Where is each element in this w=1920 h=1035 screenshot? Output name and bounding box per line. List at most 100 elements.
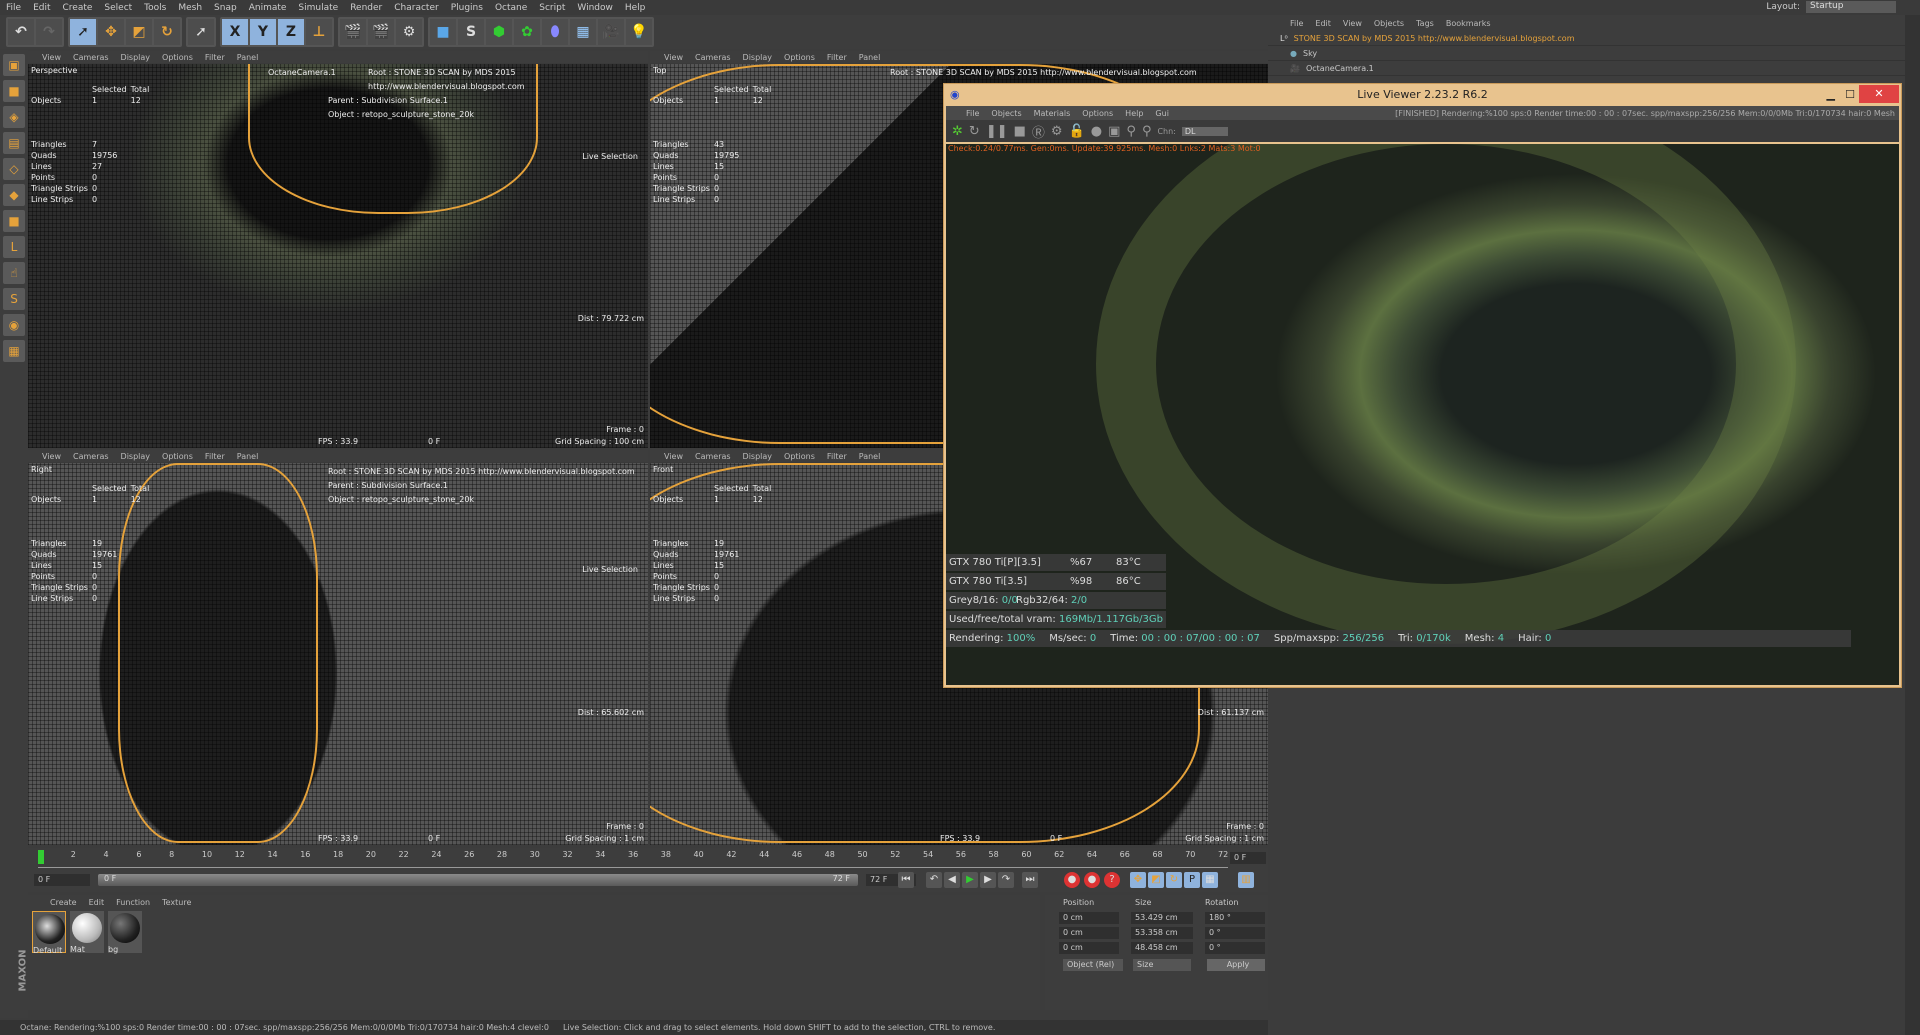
record-parameter-icon[interactable]: P	[1184, 872, 1200, 888]
undo-icon[interactable]: ↶	[8, 19, 34, 45]
viewport-menu-view[interactable]: View	[664, 53, 683, 62]
rotate-tool-icon[interactable]: ↻	[154, 19, 180, 45]
lock-icon[interactable]: 🔓	[1069, 124, 1085, 139]
viewport-menu-options[interactable]: Options	[162, 53, 193, 62]
material-bg[interactable]: bg	[108, 911, 142, 954]
material-preview-icon[interactable]: ●	[1091, 124, 1102, 139]
object-row-root[interactable]: L⁰ STONE 3D SCAN by MDS 2015 http://www.b…	[1268, 31, 1905, 46]
floor-icon[interactable]: ▦	[570, 19, 596, 45]
layout-dropdown[interactable]: Startup	[1806, 1, 1896, 13]
viewport-menu-panel[interactable]: Panel	[237, 452, 259, 461]
solo-icon[interactable]: ◉	[3, 314, 25, 336]
menu-help[interactable]: Help	[625, 3, 646, 13]
viewport-menu-cameras[interactable]: Cameras	[695, 53, 731, 62]
apply-button[interactable]: Apply	[1207, 959, 1265, 971]
make-editable-icon[interactable]: ▣	[3, 54, 25, 76]
viewport-menu-view[interactable]: View	[42, 53, 61, 62]
coordinate-system-icon[interactable]: ⊥	[306, 19, 332, 45]
cube-icon[interactable]: ■	[430, 19, 456, 45]
viewport-menu-filter[interactable]: Filter	[827, 452, 847, 461]
start-frame-field[interactable]: 0 F	[34, 874, 90, 886]
pick-material-icon[interactable]: ⚲	[1142, 124, 1152, 139]
playhead[interactable]	[38, 850, 44, 864]
rotation-h-field[interactable]: 180 °	[1205, 912, 1265, 924]
y-axis-lock-icon[interactable]: Y	[250, 19, 276, 45]
menu-tags[interactable]: Tags	[1416, 19, 1434, 28]
go-to-start-icon[interactable]: ⏮	[898, 872, 914, 888]
render-image[interactable]: Check:0.24/0.77ms. Gen:0ms. Update:39.92…	[946, 144, 1899, 685]
pause-icon[interactable]: ❚❚	[986, 124, 1008, 139]
menu-create[interactable]: Create	[50, 898, 77, 907]
record-point-level-icon[interactable]: ▦	[1202, 872, 1218, 888]
menu-help[interactable]: Help	[1125, 109, 1143, 118]
maximize-button[interactable]: ☐	[1845, 84, 1855, 106]
rotation-b-field[interactable]: 0 °	[1205, 942, 1265, 954]
viewport-menu-display[interactable]: Display	[121, 452, 151, 461]
menu-edit[interactable]: Edit	[33, 3, 50, 13]
autokey-icon[interactable]: ●	[1084, 872, 1100, 888]
clay-icon[interactable]: ▣	[1108, 124, 1120, 139]
axis-mode-icon[interactable]: L	[3, 236, 25, 258]
z-axis-lock-icon[interactable]: Z	[278, 19, 304, 45]
channel-dropdown[interactable]: DL	[1181, 126, 1228, 136]
x-axis-lock-icon[interactable]: X	[222, 19, 248, 45]
deformer-icon[interactable]: ⬮	[542, 19, 568, 45]
edges-mode-icon[interactable]: ◆	[3, 184, 25, 206]
next-key-icon[interactable]: ↷	[998, 872, 1014, 888]
previous-frame-icon[interactable]: ◀	[944, 872, 960, 888]
viewport-menu-filter[interactable]: Filter	[205, 53, 225, 62]
next-frame-icon[interactable]: ▶	[980, 872, 996, 888]
menu-function[interactable]: Function	[116, 898, 150, 907]
viewport-menu-options[interactable]: Options	[784, 452, 815, 461]
menu-render[interactable]: Render	[350, 3, 382, 13]
menu-materials[interactable]: Materials	[1034, 109, 1071, 118]
menu-file[interactable]: File	[966, 109, 979, 118]
menu-window[interactable]: Window	[577, 3, 613, 13]
stop-icon[interactable]: ■	[1014, 124, 1026, 139]
coordinate-mode-dropdown[interactable]: Object (Rel)	[1063, 959, 1123, 971]
settings-icon[interactable]: ⚙	[1051, 124, 1063, 139]
size-mode-dropdown[interactable]: Size	[1133, 959, 1191, 971]
menu-create[interactable]: Create	[63, 3, 93, 13]
restart-icon[interactable]: ↻	[969, 124, 980, 139]
menu-file[interactable]: File	[6, 3, 21, 13]
close-button[interactable]: ✕	[1859, 85, 1899, 103]
menu-texture[interactable]: Texture	[162, 898, 191, 907]
menu-objects[interactable]: Objects	[1374, 19, 1404, 28]
light-icon[interactable]: 💡	[626, 19, 652, 45]
timeline-layout-icon[interactable]: ▥	[1238, 872, 1254, 888]
position-y-field[interactable]: 0 cm	[1059, 927, 1119, 939]
size-z-field[interactable]: 48.458 cm	[1131, 942, 1193, 954]
go-to-end-icon[interactable]: ⏭	[1022, 872, 1038, 888]
rotation-p-field[interactable]: 0 °	[1205, 927, 1265, 939]
viewport-menu-display[interactable]: Display	[743, 452, 773, 461]
frame-range-slider[interactable]: 0 F 72 F	[98, 874, 858, 886]
points-mode-icon[interactable]: ◇	[3, 158, 25, 180]
menu-animate[interactable]: Animate	[249, 3, 287, 13]
menu-objects[interactable]: Objects	[991, 109, 1021, 118]
live-selection-tool-icon[interactable]: ➚	[70, 19, 96, 45]
menu-octane[interactable]: Octane	[495, 3, 527, 13]
material-default[interactable]: Default	[32, 911, 66, 955]
size-x-field[interactable]: 53.429 cm	[1131, 912, 1193, 924]
record-rotation-icon[interactable]: ↻	[1166, 872, 1182, 888]
viewport-right[interactable]: View Cameras Display Options Filter Panel Righ…	[28, 450, 648, 845]
tweak-icon[interactable]: ☝	[3, 262, 25, 284]
viewport-menu-panel[interactable]: Panel	[859, 452, 881, 461]
position-x-field[interactable]: 0 cm	[1059, 912, 1119, 924]
menu-character[interactable]: Character	[394, 3, 438, 13]
timeline-ruler[interactable]: 0246810121416182022242628303234363840424…	[38, 850, 1228, 868]
position-z-field[interactable]: 0 cm	[1059, 942, 1119, 954]
record-position-icon[interactable]: ✥	[1130, 872, 1146, 888]
menu-snap[interactable]: Snap	[214, 3, 237, 13]
viewport-menu-view[interactable]: View	[664, 452, 683, 461]
record-scale-icon[interactable]: ◩	[1148, 872, 1164, 888]
viewport-perspective[interactable]: View Cameras Display Options Filter Panel Pers…	[28, 51, 648, 448]
viewport-menu-view[interactable]: View	[42, 452, 61, 461]
snap-icon[interactable]: S	[3, 288, 25, 310]
play-icon[interactable]: ▶	[962, 872, 978, 888]
start-render-icon[interactable]: ✲	[952, 124, 963, 139]
scale-tool-icon[interactable]: ◩	[126, 19, 152, 45]
menu-simulate[interactable]: Simulate	[298, 3, 338, 13]
viewport-menu-cameras[interactable]: Cameras	[73, 452, 109, 461]
